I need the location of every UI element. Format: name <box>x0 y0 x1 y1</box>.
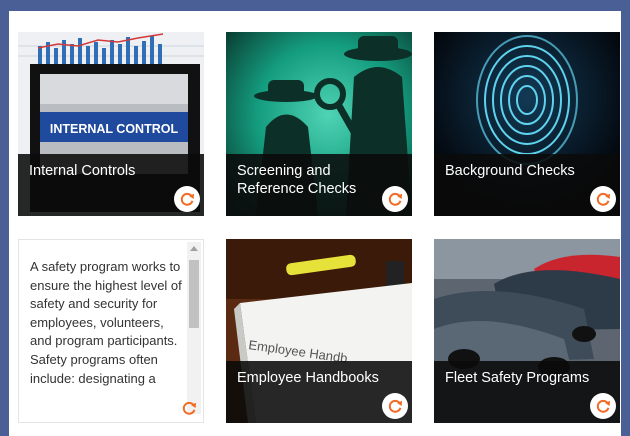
card-safety-programs-back[interactable]: A safety program works to ensure the hig… <box>18 239 204 423</box>
card-screening-reference-checks[interactable]: Screening and Reference Checks <box>226 32 412 216</box>
scrollbar[interactable] <box>187 242 201 414</box>
internal-control-image-text: INTERNAL CONTROL <box>50 122 179 136</box>
card-employee-handbooks[interactable]: Employee Handb Employee Handbooks <box>226 239 412 423</box>
flip-icon[interactable] <box>382 186 408 212</box>
scrollbar-thumb[interactable] <box>189 260 199 328</box>
flip-icon[interactable] <box>177 396 201 420</box>
cards-panel: INTERNAL CONTROL Internal Controls Scree… <box>9 11 621 436</box>
card-background-checks[interactable]: Background Checks <box>434 32 620 216</box>
card-fleet-safety-programs[interactable]: Fleet Safety Programs <box>434 239 620 423</box>
card-back-text: A safety program works to ensure the hig… <box>30 259 182 386</box>
flip-icon[interactable] <box>590 186 616 212</box>
flip-icon[interactable] <box>590 393 616 419</box>
scroll-up-arrow[interactable] <box>190 246 198 251</box>
flip-icon[interactable] <box>174 186 200 212</box>
card-internal-controls[interactable]: INTERNAL CONTROL Internal Controls <box>18 32 204 216</box>
flip-icon[interactable] <box>382 393 408 419</box>
